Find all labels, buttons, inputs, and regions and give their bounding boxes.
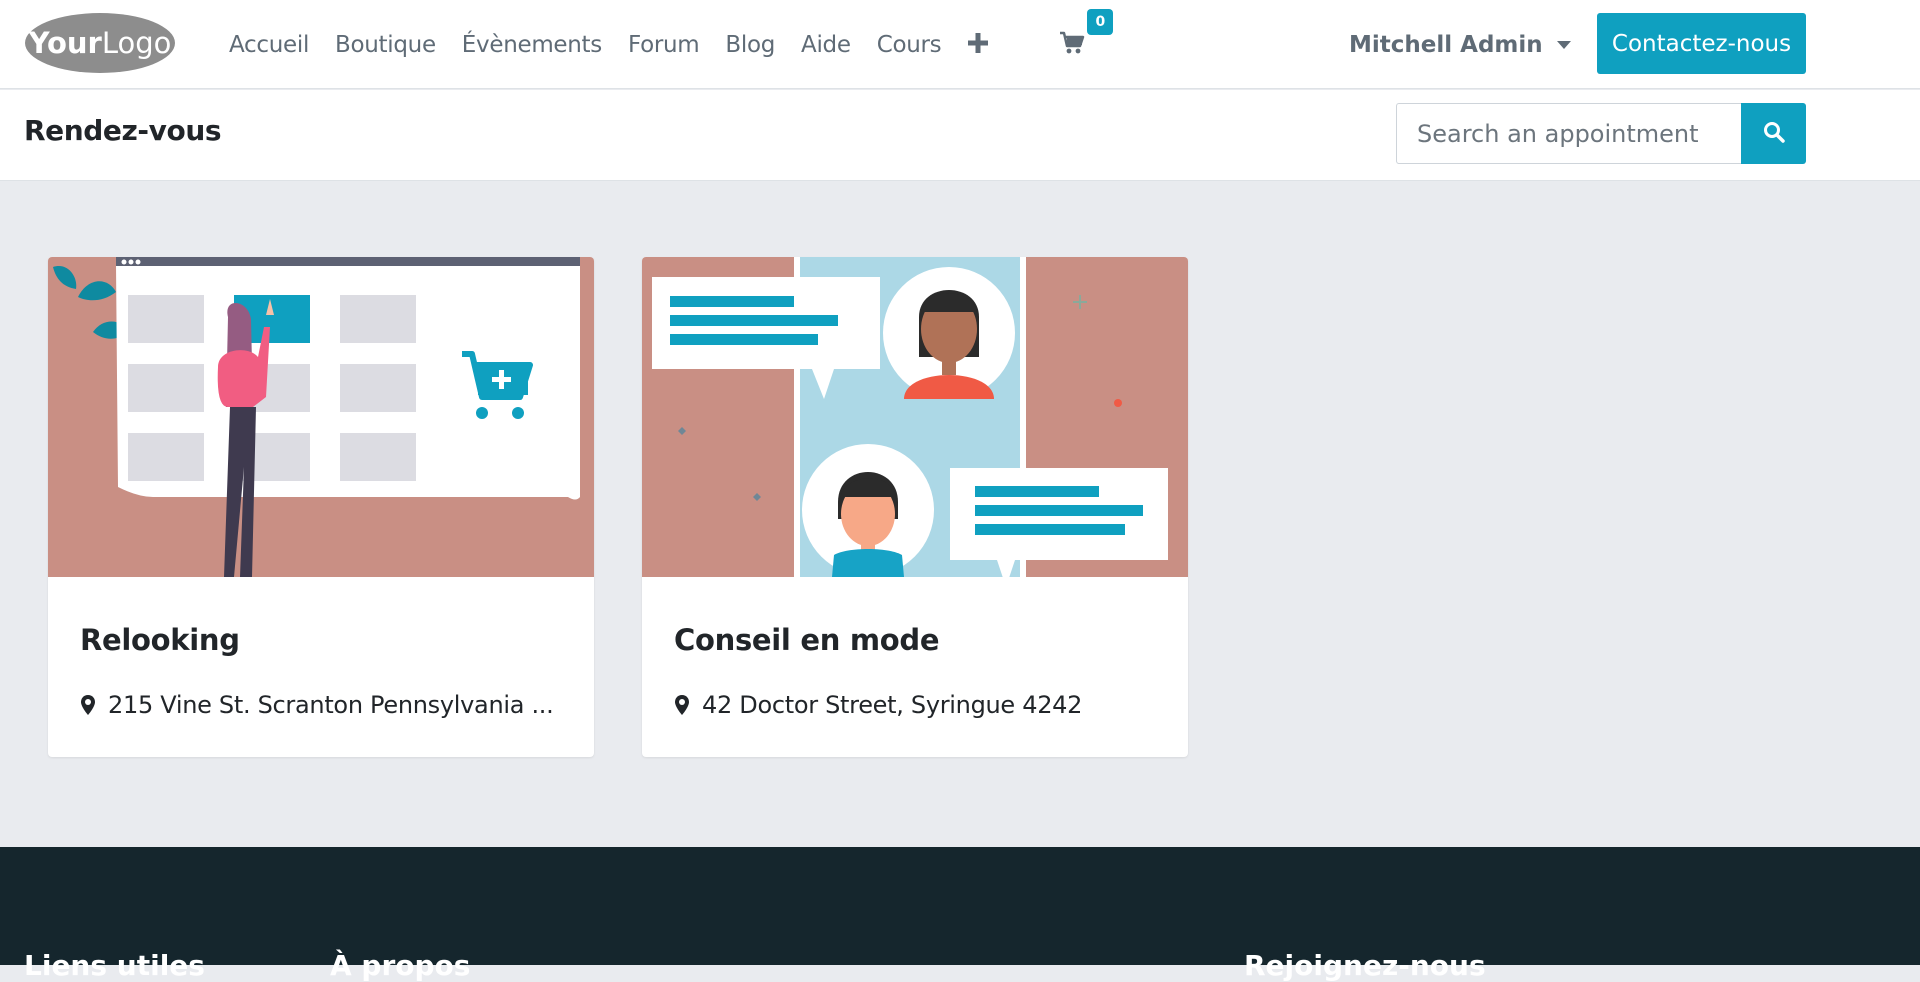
map-marker-icon <box>674 694 690 716</box>
cart-link[interactable]: 0 <box>1059 8 1114 59</box>
appointment-image-chat <box>642 257 1188 587</box>
footer-heading-join-us: Rejoignez-nous <box>1244 949 1486 982</box>
location-text: 42 Doctor Street, Syringue 4242 <box>702 691 1083 719</box>
appointment-title[interactable]: Conseil en mode <box>674 623 940 657</box>
search-icon <box>1762 120 1786 147</box>
appointment-image-shopping <box>48 257 594 577</box>
nav-forum[interactable]: Forum <box>615 32 712 58</box>
nav-aide[interactable]: Aide <box>788 32 864 58</box>
footer-heading-useful-links: Liens utiles <box>24 949 205 982</box>
caret-down-icon <box>1556 40 1571 49</box>
cart-count-badge: 0 <box>1087 8 1114 35</box>
footer-heading-about: À propos <box>330 949 471 982</box>
main-menu: Accueil Boutique Évènements Forum Blog A… <box>216 0 1114 89</box>
appointment-card[interactable]: Relooking 215 Vine St. Scranton Pennsylv… <box>48 257 594 757</box>
search-button[interactable] <box>1741 103 1806 164</box>
user-menu-dropdown[interactable]: Mitchell Admin <box>1349 0 1571 89</box>
nav-evenements[interactable]: Évènements <box>449 32 615 58</box>
appointment-location: 215 Vine St. Scranton Pennsylvania ... <box>80 691 554 719</box>
nav-accueil[interactable]: Accueil <box>216 32 322 58</box>
page-title: Rendez-vous <box>24 114 222 147</box>
contact-us-button[interactable]: Contactez-nous <box>1597 13 1806 74</box>
appointment-title[interactable]: Relooking <box>80 623 240 657</box>
site-logo[interactable]: YourLogo <box>23 11 177 75</box>
svg-text:YourLogo: YourLogo <box>28 26 172 60</box>
plus-icon[interactable] <box>954 31 1007 59</box>
top-navbar: YourLogo Accueil Boutique Évènements For… <box>0 0 1920 89</box>
appointment-card[interactable]: Conseil en mode 42 Doctor Street, Syring… <box>642 257 1188 757</box>
cart-icon <box>1059 31 1085 59</box>
appointments-toolbar: Rendez-vous <box>0 90 1920 181</box>
nav-blog[interactable]: Blog <box>712 32 788 58</box>
search-input[interactable] <box>1396 103 1741 164</box>
nav-boutique[interactable]: Boutique <box>322 32 449 58</box>
user-name: Mitchell Admin <box>1349 31 1543 58</box>
appointment-location: 42 Doctor Street, Syringue 4242 <box>674 691 1082 719</box>
location-text: 215 Vine St. Scranton Pennsylvania ... <box>108 691 554 719</box>
site-footer: Liens utiles À propos Rejoignez-nous <box>0 847 1920 982</box>
nav-cours[interactable]: Cours <box>864 32 955 58</box>
map-marker-icon <box>80 694 96 716</box>
